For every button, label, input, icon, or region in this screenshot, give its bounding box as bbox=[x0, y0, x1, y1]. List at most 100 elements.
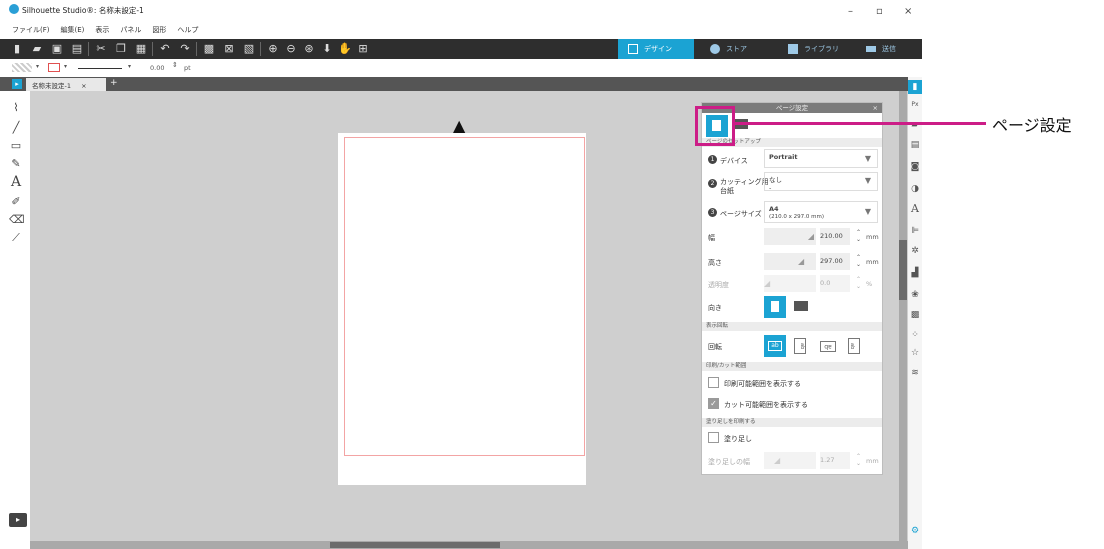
show-print-checkbox[interactable] bbox=[708, 377, 719, 388]
width-input[interactable]: 210.00 bbox=[820, 228, 850, 245]
opacity-input[interactable]: 0.0 bbox=[820, 275, 850, 292]
bleed-checkbox[interactable] bbox=[708, 432, 719, 443]
print-icon[interactable]: ▤ bbox=[70, 42, 84, 56]
rotate-180-button[interactable]: ab bbox=[820, 341, 836, 352]
bleed-width-input[interactable]: 1.27 bbox=[820, 452, 850, 469]
library-icon bbox=[788, 44, 798, 54]
mat-select[interactable]: なし - ▼ bbox=[764, 172, 878, 192]
silhouette-logo-icon bbox=[9, 4, 19, 14]
close-icon[interactable]: × bbox=[904, 6, 912, 17]
zoom-select-icon[interactable]: ⊛ bbox=[302, 42, 316, 56]
close-tab-icon[interactable]: × bbox=[81, 82, 86, 90]
settings-gear-icon[interactable]: ⚙ bbox=[908, 524, 922, 538]
tab-design[interactable]: デザイン bbox=[618, 39, 694, 59]
text-tool-icon[interactable]: A bbox=[9, 175, 23, 189]
align-icon[interactable]: ⊫ bbox=[908, 224, 922, 238]
restore-icon[interactable]: ▫ bbox=[876, 6, 883, 17]
modify-icon[interactable]: ▟ bbox=[908, 266, 922, 280]
window-title: Silhouette Studio®: 名称未設定-1 bbox=[22, 6, 144, 15]
menu-shape[interactable]: 図形 bbox=[152, 26, 166, 34]
horizontal-scroll-thumb[interactable] bbox=[330, 542, 500, 548]
import-icon[interactable]: ▸ bbox=[9, 513, 27, 527]
line-tool-icon[interactable]: ╱ bbox=[9, 121, 23, 135]
tab-send[interactable]: 送信 bbox=[856, 39, 922, 59]
point-edit-icon[interactable]: ⌇ bbox=[9, 101, 23, 115]
zoom-in-icon[interactable]: ⊕ bbox=[266, 42, 280, 56]
tab-store[interactable]: ストア bbox=[700, 39, 776, 59]
emboss-icon[interactable]: ≋ bbox=[908, 366, 922, 380]
undo-icon[interactable]: ↶ bbox=[158, 42, 172, 56]
rotate-90-button[interactable]: ab bbox=[794, 338, 806, 354]
trace-icon[interactable]: ▩ bbox=[908, 308, 922, 322]
landscape-orientation-button[interactable] bbox=[794, 301, 808, 311]
stepper-icon[interactable]: ⇕ bbox=[172, 61, 178, 69]
replicate-icon[interactable]: ✲ bbox=[908, 244, 922, 258]
line-style-icon[interactable] bbox=[78, 68, 122, 69]
fit-window-icon[interactable]: ⊞ bbox=[356, 42, 370, 56]
cut-icon[interactable]: ✂ bbox=[94, 42, 108, 56]
fill-panel-icon[interactable]: ◙ bbox=[908, 160, 922, 174]
star-icon[interactable]: ☆ bbox=[908, 346, 922, 360]
select-all-icon[interactable]: ▩ bbox=[202, 42, 216, 56]
pencil-tool-icon[interactable]: ✎ bbox=[9, 157, 23, 171]
deselect-icon[interactable]: ⊠ bbox=[222, 42, 236, 56]
draw-tool-icon[interactable]: ✐ bbox=[9, 195, 23, 209]
line-width-unit: pt bbox=[184, 64, 191, 72]
offset-icon[interactable]: ❀ bbox=[908, 288, 922, 302]
send-panel-icon[interactable]: ▰ bbox=[908, 118, 922, 132]
fit-page-icon[interactable]: ⬇ bbox=[320, 42, 334, 56]
rotate-0-button[interactable]: ab bbox=[764, 335, 786, 357]
bleed-label: 塗り足し bbox=[724, 435, 752, 443]
vertical-scrollbar[interactable] bbox=[899, 91, 907, 541]
line-color-icon[interactable] bbox=[48, 63, 60, 72]
height-label: 高さ bbox=[708, 259, 722, 267]
select-by-color-icon[interactable]: ▧ bbox=[242, 42, 256, 56]
show-print-label: 印刷可能範囲を表示する bbox=[724, 380, 801, 388]
line-width-input[interactable]: 0.00 bbox=[150, 64, 164, 72]
page-setup-panel-icon[interactable]: ▮ bbox=[908, 80, 922, 94]
rectangle-tool-icon[interactable]: ▭ bbox=[9, 139, 23, 153]
eraser-tool-icon[interactable]: ⌫ bbox=[9, 213, 25, 227]
bleed-width-slider[interactable]: ◢ bbox=[764, 452, 816, 469]
paste-icon[interactable]: ▦ bbox=[134, 42, 148, 56]
menu-edit[interactable]: 編集(E) bbox=[61, 26, 85, 34]
minimize-icon[interactable]: – bbox=[848, 6, 853, 17]
callout-line bbox=[734, 122, 986, 125]
portrait-orientation-button[interactable] bbox=[764, 296, 786, 318]
pixscan-icon[interactable]: Px bbox=[908, 98, 922, 112]
fill-pattern-icon[interactable] bbox=[12, 63, 32, 72]
new-file-icon[interactable]: ▮ bbox=[10, 42, 24, 56]
contrast-icon[interactable]: ◑ bbox=[908, 182, 922, 196]
menu-view[interactable]: 表示 bbox=[95, 26, 109, 34]
panel-close-icon[interactable]: × bbox=[873, 103, 878, 113]
zoom-out-icon[interactable]: ⊖ bbox=[284, 42, 298, 56]
knife-tool-icon[interactable]: ⟋ bbox=[9, 231, 23, 245]
height-slider[interactable]: ◢ bbox=[764, 253, 816, 270]
show-cut-checkbox[interactable]: ✓ bbox=[708, 398, 719, 409]
title-bar: Silhouette Studio®: 名称未設定-1 – ▫ × bbox=[0, 0, 922, 24]
select-tool-icon[interactable]: ▸ bbox=[12, 79, 22, 89]
sketch-icon[interactable]: ⁘ bbox=[908, 328, 922, 342]
device-select[interactable]: Portrait ▼ bbox=[764, 149, 878, 168]
copy-icon[interactable]: ❐ bbox=[114, 42, 128, 56]
text-panel-icon[interactable]: A bbox=[908, 202, 922, 216]
pan-hand-icon[interactable]: ✋ bbox=[338, 42, 352, 56]
menu-panel[interactable]: パネル bbox=[120, 26, 141, 34]
height-input[interactable]: 297.00 bbox=[820, 253, 850, 270]
menu-bar: ファイル(F) 編集(E) 表示 パネル 図形 ヘルプ bbox=[0, 25, 922, 39]
vertical-scroll-thumb[interactable] bbox=[899, 240, 907, 300]
menu-file[interactable]: ファイル(F) bbox=[12, 26, 50, 34]
redo-icon[interactable]: ↷ bbox=[178, 42, 192, 56]
width-slider[interactable]: ◢ bbox=[764, 228, 816, 245]
add-tab-button[interactable]: + bbox=[110, 78, 118, 88]
document-tab[interactable]: 名称未設定-1 × bbox=[26, 78, 106, 91]
page-size-select[interactable]: A4 (210.0 x 297.0 mm) ▼ bbox=[764, 201, 878, 223]
rotate-270-button[interactable]: ab bbox=[848, 338, 860, 354]
opacity-slider[interactable]: ◢ bbox=[764, 275, 816, 292]
page-size-label: ページサイズ bbox=[720, 210, 762, 218]
tab-library[interactable]: ライブラリ bbox=[778, 39, 854, 59]
grid-panel-icon[interactable]: ▤ bbox=[908, 138, 922, 152]
save-icon[interactable]: ▣ bbox=[50, 42, 64, 56]
open-folder-icon[interactable]: ▰ bbox=[30, 42, 44, 56]
menu-help[interactable]: ヘルプ bbox=[177, 26, 198, 34]
